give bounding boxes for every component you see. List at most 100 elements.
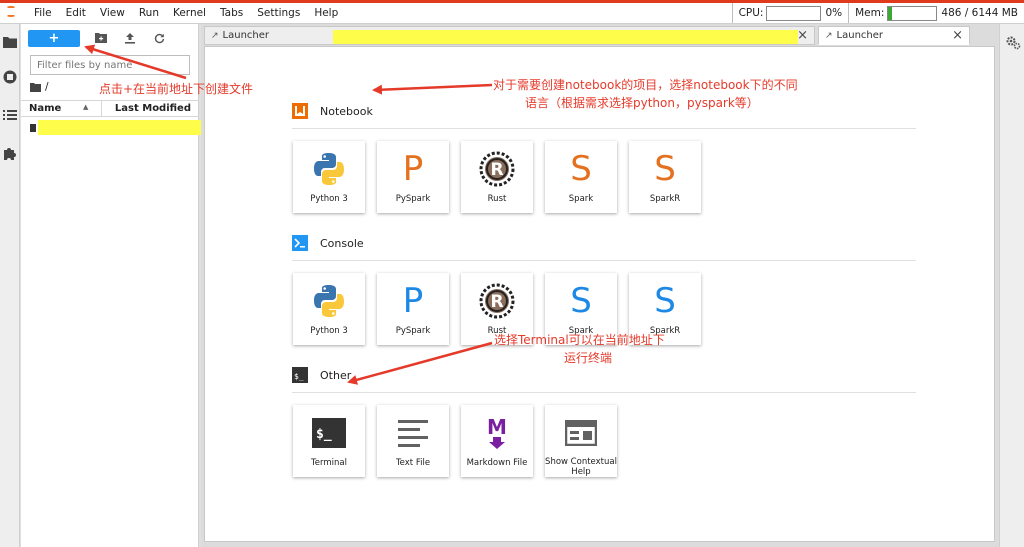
menu-file[interactable]: File bbox=[27, 7, 59, 19]
file-browser-panel: + Filter files by name / Name ▲ Last Mod… bbox=[21, 24, 222, 547]
tab-launcher-2[interactable]: ↗ Launcher × bbox=[818, 26, 970, 45]
card-letter: S bbox=[654, 149, 676, 189]
redacted-file-name bbox=[37, 120, 222, 135]
sparkr-letter-icon: S bbox=[639, 279, 691, 323]
card-console-python3[interactable]: Python 3 bbox=[293, 273, 365, 345]
card-notebook-pyspark[interactable]: P PySpark bbox=[377, 141, 449, 213]
resource-usage: CPU: 0% Mem: 486 / 6144 MB bbox=[731, 3, 1024, 23]
tab-bar: ↗ Launcher × ↗ Launcher × bbox=[201, 24, 999, 46]
card-label: Show Contextual Help bbox=[545, 457, 617, 477]
rust-logo-icon: R bbox=[471, 147, 523, 191]
annotation-create-file: 点击+在当前地址下创建文件 bbox=[99, 82, 254, 96]
breadcrumb-root[interactable]: / bbox=[45, 81, 49, 93]
annotation-notebook-line1: 对于需要创建notebook的项目，选择notebook下的不同 bbox=[493, 78, 798, 92]
file-browser-toolbar: + bbox=[28, 28, 193, 48]
new-launcher-button[interactable]: + bbox=[28, 29, 80, 47]
launcher-panel: Notebook Python 3 P PySpark R Rust S Spa… bbox=[204, 46, 995, 542]
svg-text:M: M bbox=[487, 416, 507, 439]
external-link-icon: ↗ bbox=[825, 30, 833, 41]
card-label: SparkR bbox=[649, 194, 681, 204]
mem-meter bbox=[887, 5, 938, 21]
menu-edit[interactable]: Edit bbox=[59, 7, 93, 19]
svg-text:R: R bbox=[490, 292, 503, 312]
menu-settings[interactable]: Settings bbox=[250, 7, 307, 19]
menu-kernel[interactable]: Kernel bbox=[166, 7, 213, 19]
card-contextual-help[interactable]: Show Contextual Help bbox=[545, 405, 617, 477]
card-label: Spark bbox=[568, 194, 594, 204]
divider bbox=[848, 3, 850, 23]
section-title-other: Other bbox=[320, 368, 352, 382]
filter-files-input[interactable]: Filter files by name bbox=[30, 55, 190, 75]
terminal-icon: $_ bbox=[303, 411, 355, 455]
card-letter: S bbox=[654, 281, 676, 321]
card-text-file[interactable]: Text File bbox=[377, 405, 449, 477]
spark-letter-icon: S bbox=[555, 279, 607, 323]
notebook-icon bbox=[292, 103, 308, 119]
annotation-notebook-line2: 语言（根据需求选择python，pyspark等） bbox=[525, 96, 759, 110]
card-label: Python 3 bbox=[310, 194, 348, 204]
card-letter: S bbox=[570, 149, 592, 189]
svg-text:$_: $_ bbox=[316, 427, 332, 442]
tab-launcher-1[interactable]: ↗ Launcher × bbox=[204, 26, 815, 45]
menu-run[interactable]: Run bbox=[132, 7, 166, 19]
close-icon[interactable]: × bbox=[952, 28, 963, 43]
column-last-modified[interactable]: Last Modified bbox=[115, 103, 191, 114]
menu-view[interactable]: View bbox=[93, 7, 132, 19]
external-link-icon: ↗ bbox=[211, 30, 219, 41]
tab-label: Launcher bbox=[836, 30, 884, 41]
card-notebook-rust[interactable]: R Rust bbox=[461, 141, 533, 213]
section-divider bbox=[292, 392, 916, 393]
console-icon bbox=[292, 235, 308, 251]
cpu-label: CPU: bbox=[738, 7, 764, 19]
contextual-help-icon bbox=[555, 411, 607, 454]
card-notebook-sparkr[interactable]: S SparkR bbox=[629, 141, 701, 213]
card-letter: P bbox=[402, 281, 424, 321]
folder-icon bbox=[30, 82, 41, 92]
card-notebook-python3[interactable]: Python 3 bbox=[293, 141, 365, 213]
card-terminal[interactable]: $_ Terminal bbox=[293, 405, 365, 477]
right-sidebar bbox=[999, 24, 1024, 547]
menu-tabs[interactable]: Tabs bbox=[213, 7, 250, 19]
mem-label: Mem: bbox=[855, 7, 885, 19]
mem-meter-fill bbox=[888, 6, 893, 20]
tab-label: Launcher bbox=[222, 30, 270, 41]
refresh-icon[interactable] bbox=[151, 30, 167, 46]
section-console: Console bbox=[292, 235, 364, 251]
card-letter: S bbox=[570, 281, 592, 321]
table-of-contents-icon[interactable] bbox=[2, 107, 18, 123]
annotation-terminal-line2: 运行终端 bbox=[564, 351, 613, 365]
breadcrumb: / bbox=[30, 81, 49, 93]
card-label: Text File bbox=[395, 458, 431, 468]
close-icon[interactable]: × bbox=[797, 28, 808, 43]
pyspark-letter-icon: P bbox=[387, 279, 439, 323]
file-list-item[interactable] bbox=[30, 119, 222, 136]
markdown-icon: M bbox=[471, 411, 523, 455]
svg-text:$_: $_ bbox=[294, 372, 304, 381]
property-inspector-gears-icon[interactable] bbox=[1005, 34, 1021, 50]
section-divider bbox=[292, 260, 916, 261]
python-logo-icon bbox=[303, 279, 355, 323]
card-label: PySpark bbox=[395, 326, 431, 336]
card-console-pyspark[interactable]: P PySpark bbox=[377, 273, 449, 345]
redacted-tab-title bbox=[333, 30, 798, 44]
folder-icon[interactable] bbox=[2, 34, 18, 50]
text-file-icon bbox=[387, 411, 439, 455]
python-logo-icon bbox=[303, 147, 355, 191]
terminal-icon: $_ bbox=[292, 367, 308, 383]
card-markdown-file[interactable]: M Markdown File bbox=[461, 405, 533, 477]
menu-help[interactable]: Help bbox=[307, 7, 345, 19]
mem-value: 486 / 6144 MB bbox=[941, 7, 1018, 19]
new-folder-icon[interactable] bbox=[93, 30, 109, 46]
section-title-console: Console bbox=[320, 236, 364, 250]
column-name[interactable]: Name bbox=[29, 103, 61, 114]
extensions-puzzle-icon[interactable] bbox=[2, 145, 18, 161]
cpu-value: 0% bbox=[825, 7, 843, 19]
file-list-header: Name ▲ Last Modified bbox=[21, 100, 199, 117]
spark-letter-icon: S bbox=[555, 147, 607, 191]
running-kernels-icon[interactable] bbox=[2, 69, 18, 85]
upload-icon[interactable] bbox=[122, 30, 138, 46]
card-notebook-spark[interactable]: S Spark bbox=[545, 141, 617, 213]
sparkr-letter-icon: S bbox=[639, 147, 691, 191]
card-letter: P bbox=[402, 149, 424, 189]
jupyter-logo-icon bbox=[3, 4, 21, 22]
